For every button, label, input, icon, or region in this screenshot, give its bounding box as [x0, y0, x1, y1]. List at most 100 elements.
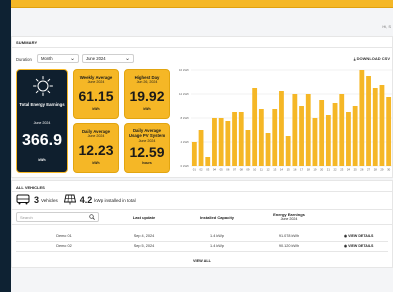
duration-select[interactable]: Month ⌄	[37, 54, 79, 63]
bar-day-15[interactable]	[285, 136, 291, 166]
bar-day-20[interactable]	[319, 100, 325, 166]
chart-svg: 16 kWh12 kWh8 kWh4 kWh0 kWh01 02 03 04 05 06 0…	[179, 68, 392, 172]
vehicles-card: ALL VEHICLES 3 Vehicles 4.2 kWp installe…	[11, 180, 393, 268]
last-update: Sep 5, 2024	[133, 244, 155, 248]
top-bar	[11, 0, 393, 8]
bar-day-24[interactable]	[346, 112, 351, 166]
bar-day-02[interactable]	[198, 130, 204, 166]
eye-icon: ◉	[344, 234, 348, 238]
pv-usage-tile: Daily Average Usage PV System June 2024 …	[124, 123, 170, 173]
chevron-down-icon: ⌄	[69, 55, 75, 62]
bar-day-27[interactable]	[366, 76, 371, 166]
view-details-button[interactable]: ◉ VIEW DETAILS	[344, 244, 373, 248]
download-csv-button[interactable]: ⤓ DOWNLOAD CSV	[354, 56, 390, 61]
bar-day-01[interactable]	[191, 142, 197, 166]
total-earnings-tile: Total Energy Earnings June 2024 366.9 kW…	[16, 69, 68, 173]
search-input[interactable]: Search	[16, 212, 99, 222]
period-select[interactable]: June 2024 ⌄	[82, 54, 134, 63]
daily-average-unit: kWh	[92, 161, 100, 166]
y-tick-label: 8 kWh	[180, 116, 189, 120]
x-tick-label: 23	[340, 168, 344, 172]
view-all-button[interactable]: VIEW ALL	[12, 259, 392, 263]
x-tick-label: 29	[380, 168, 384, 172]
divider	[16, 251, 388, 252]
bar-day-12[interactable]	[265, 133, 271, 166]
bar-day-22[interactable]	[332, 103, 338, 166]
duration-label: Duration	[16, 57, 32, 62]
daily-average-tile: Daily Average June 2024 12.23 kWh	[73, 123, 119, 173]
bar-day-10[interactable]	[252, 88, 258, 166]
bar-day-11[interactable]	[258, 109, 264, 166]
pv-usage-title: Daily Average Usage PV System	[128, 128, 166, 139]
chevron-down-icon: ⌄	[124, 55, 130, 62]
pv-usage-unit: hours	[142, 161, 152, 166]
vehicle-name: Demo 02	[56, 244, 72, 248]
divider	[12, 47, 392, 48]
total-earnings-title: Total Energy Earnings	[19, 102, 65, 107]
bar-day-04[interactable]	[212, 118, 217, 166]
vehicle-name: Demo 01	[56, 234, 72, 238]
bar-day-28[interactable]	[372, 88, 378, 166]
weekly-average-tile: Weekly Average June 2024 61.15 kWh	[73, 69, 119, 119]
highest-day-tile: Highest Day Jun 26, 2024 19.92 kWh	[124, 69, 170, 119]
search-icon	[89, 213, 95, 221]
sun-icon	[33, 76, 53, 96]
search-placeholder: Search	[20, 214, 33, 220]
bar-day-05[interactable]	[218, 118, 224, 166]
view-details-button[interactable]: ◉ VIEW DETAILS	[344, 234, 373, 238]
vehicle-count-label: Vehicles	[41, 197, 58, 203]
highest-day-period: Jun 26, 2024	[136, 80, 158, 85]
eye-icon: ◉	[344, 244, 348, 248]
weekly-average-period: June 2024	[87, 80, 105, 85]
installed-capacity: 1.4 kWp	[210, 234, 224, 238]
bar-day-14[interactable]	[279, 91, 284, 166]
y-tick-label: 0 kWh	[180, 164, 189, 168]
installed-capacity-label: kWp installed in total	[94, 197, 136, 203]
vehicles-title: ALL VEHICLES	[16, 185, 45, 190]
weekly-average-unit: kWh	[92, 107, 100, 112]
daily-average-period: June 2024	[87, 134, 105, 139]
weekly-average-value: 61.15	[78, 88, 114, 105]
x-tick-label: 02	[199, 168, 203, 172]
bar-day-17[interactable]	[299, 106, 304, 166]
bar-day-07[interactable]	[232, 112, 237, 166]
divider	[12, 224, 392, 225]
bar-day-19[interactable]	[312, 118, 318, 166]
x-tick-label: 15	[287, 168, 291, 172]
x-tick-label: 07	[233, 168, 237, 172]
x-tick-label: 26	[360, 168, 364, 172]
bar-day-13[interactable]	[272, 109, 278, 166]
bar-day-08[interactable]	[238, 112, 244, 166]
bar-day-29[interactable]	[379, 85, 385, 166]
x-tick-label: 25	[354, 168, 358, 172]
last-update: Sep 4, 2024	[133, 234, 155, 238]
x-tick-label: 01	[193, 168, 197, 172]
installed-capacity: 1.4 kWp	[210, 244, 224, 248]
bar-day-23[interactable]	[339, 94, 345, 166]
pv-usage-value: 12.59	[129, 144, 165, 161]
sidebar	[0, 0, 11, 292]
duration-value: Month	[41, 56, 53, 61]
highest-day-unit: kWh	[143, 107, 151, 112]
x-tick-label: 06	[226, 168, 230, 172]
bar-day-26[interactable]	[359, 70, 365, 166]
bar-day-25[interactable]	[352, 106, 358, 166]
download-label: DOWNLOAD CSV	[356, 56, 390, 61]
bar-day-09[interactable]	[245, 130, 251, 166]
x-tick-label: 30	[387, 168, 391, 172]
bar-day-16[interactable]	[292, 94, 298, 166]
period-value: June 2024	[86, 56, 106, 61]
x-tick-label: 03	[206, 168, 210, 172]
view-details-label: VIEW DETAILS	[348, 244, 374, 248]
summary-card: SUMMARY Duration Month ⌄ June 2024 ⌄ ⤓ D…	[11, 36, 393, 178]
x-tick-label: 05	[220, 168, 224, 172]
bar-day-21[interactable]	[325, 115, 331, 166]
bar-day-06[interactable]	[225, 121, 231, 166]
bar-day-18[interactable]	[305, 94, 311, 166]
bar-day-03[interactable]	[205, 157, 211, 166]
daily-energy-chart: 16 kWh 12 kWh 8 kWh 4 kWh 0 kWh 01 02 03 04 05 06 0…	[175, 64, 393, 176]
daily-average-value: 12.23	[78, 142, 114, 159]
x-tick-label: 10	[253, 168, 257, 172]
bar-day-30[interactable]	[386, 97, 392, 166]
x-tick-label: 16	[293, 168, 297, 172]
